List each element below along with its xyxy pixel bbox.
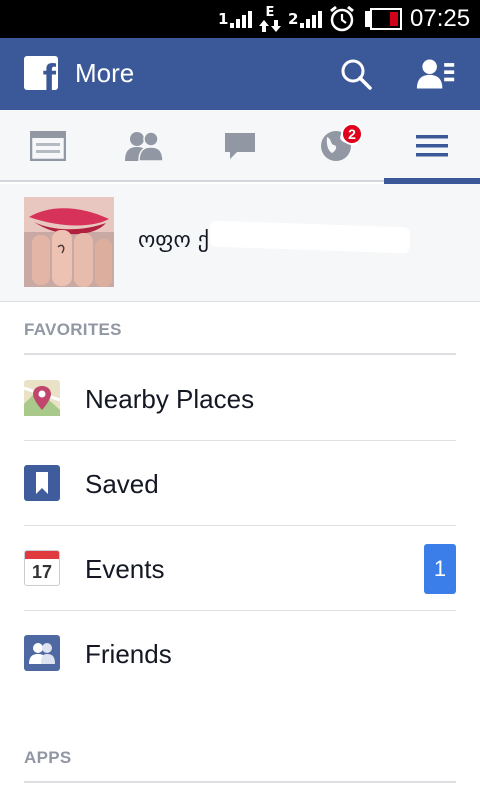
logo-letter: f [42, 57, 56, 90]
network-type: E [265, 4, 275, 20]
data-indicator: E [258, 0, 282, 38]
signal-icon [230, 11, 253, 28]
count-badge: 1 [424, 544, 456, 594]
list-item-label: Saved [85, 469, 159, 499]
favorites-header: FAVORITES [24, 320, 122, 339]
tab-friends[interactable] [96, 110, 192, 182]
list-item-saved[interactable]: Saved [0, 441, 480, 525]
list-item-label: Nearby Places [85, 384, 255, 414]
battery-icon [364, 0, 402, 38]
tab-notifications[interactable]: 2 [288, 110, 384, 182]
list-item-nearby-places[interactable]: Nearby Places [0, 356, 480, 440]
list-item-friends[interactable]: Friends [0, 611, 480, 695]
list-item-events[interactable]: 17 Events 1 [0, 526, 480, 610]
avatar[interactable] [24, 197, 114, 287]
tab-more[interactable] [384, 110, 480, 184]
profile-name: ოფო ქ [138, 228, 210, 253]
page-title: More [75, 58, 135, 88]
facebook-logo-icon[interactable]: f [24, 56, 58, 90]
tab-messages[interactable] [192, 110, 288, 182]
sim2-label: 2 [288, 10, 299, 28]
menu-icon [416, 135, 448, 157]
sim2-signal: 2 [288, 0, 324, 38]
signal-icon [300, 11, 323, 28]
divider [24, 781, 456, 783]
map-pin-icon [24, 380, 60, 416]
friends-icon [24, 635, 60, 671]
notification-badge: 2 [341, 123, 363, 145]
search-icon [341, 59, 372, 90]
friend-requests-icon [416, 59, 455, 89]
apps-header: APPS [24, 748, 72, 767]
profile-row[interactable]: ოფო ქ [0, 184, 480, 302]
sim1-signal: 1 [218, 0, 254, 38]
app-bar: f More [0, 38, 480, 110]
friend-requests-button[interactable] [416, 54, 456, 94]
list-item-label: Friends [85, 639, 172, 669]
redaction-mark [209, 220, 411, 254]
sim1-label: 1 [218, 10, 229, 28]
data-arrows-icon [259, 19, 281, 32]
clock: 07:25 [410, 0, 470, 38]
divider [24, 353, 456, 355]
calendar-day: 17 [31, 562, 53, 582]
calendar-icon: 17 [24, 550, 60, 586]
tab-news-feed[interactable] [0, 110, 96, 182]
bookmark-icon [24, 465, 60, 501]
tab-bar: 2 [0, 110, 480, 184]
friends-icon [125, 131, 164, 161]
list-item-label: Events [85, 554, 165, 584]
status-time: 07:25 [410, 5, 471, 32]
messages-icon [225, 133, 255, 159]
search-button[interactable] [336, 54, 376, 94]
status-bar: 1 E 2 07:25 [0, 0, 480, 38]
news-feed-icon [30, 131, 66, 161]
alarm-icon [328, 0, 356, 38]
